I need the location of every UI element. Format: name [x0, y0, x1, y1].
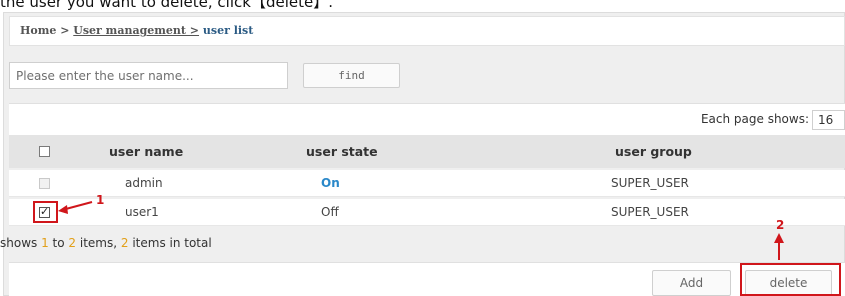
arrow-to-delete	[774, 233, 784, 260]
arrow-to-checkbox	[58, 201, 93, 214]
annotation-arrows	[58, 201, 784, 260]
